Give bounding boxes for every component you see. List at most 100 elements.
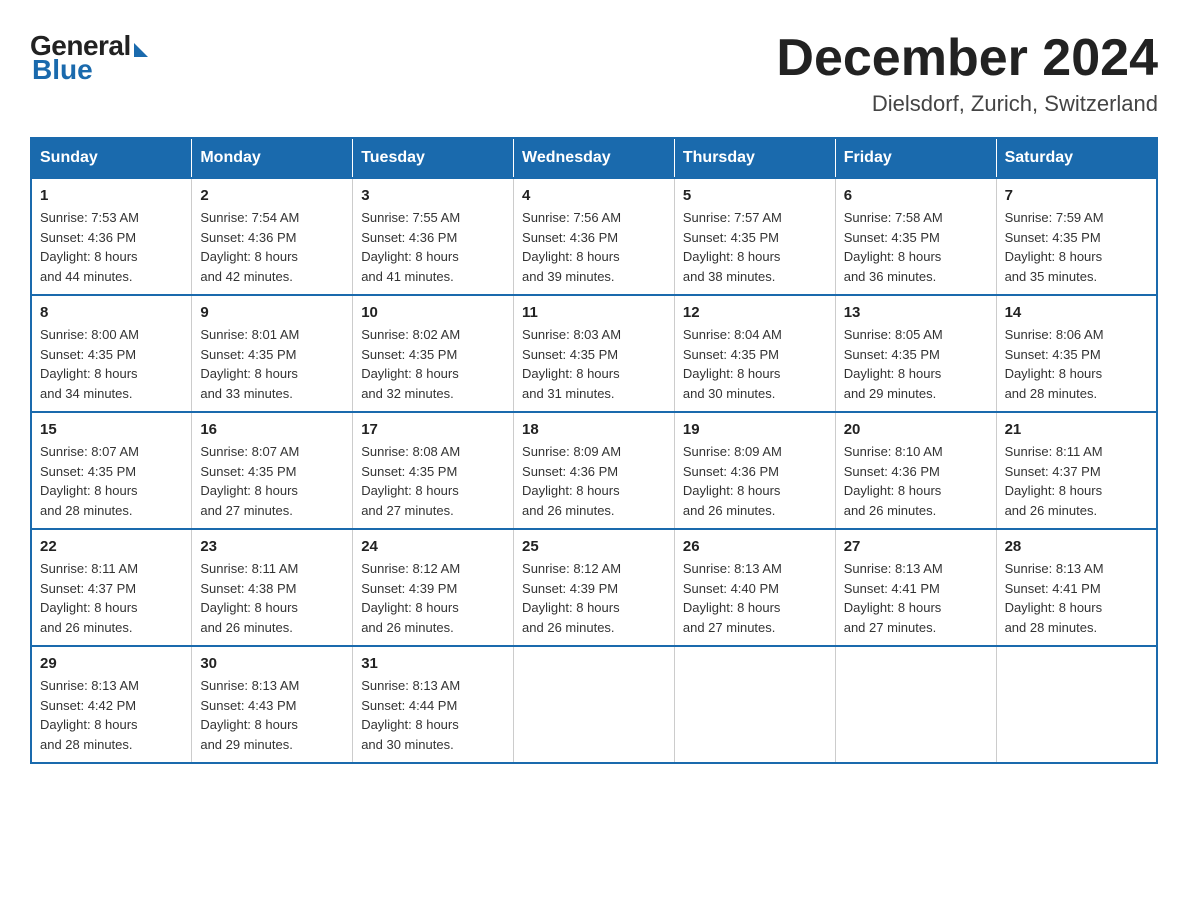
calendar-week-row: 8Sunrise: 8:00 AMSunset: 4:35 PMDaylight… <box>31 295 1157 412</box>
table-row: 27 Sunrise: 8:13 AMSunset: 4:41 PMDayligh… <box>835 529 996 646</box>
table-row <box>514 646 675 763</box>
table-row: 15 Sunrise: 8:07 AMSunset: 4:35 PMDayligh… <box>31 412 192 529</box>
day-number: 4 <box>522 187 666 204</box>
table-row: 5 Sunrise: 7:57 AMSunset: 4:35 PMDaylight… <box>674 178 835 295</box>
col-tuesday: Tuesday <box>353 138 514 178</box>
day-number: 9 <box>200 304 344 321</box>
day-info: Sunrise: 8:02 AMSunset: 4:35 PMDaylight:… <box>361 325 505 403</box>
day-info: Sunrise: 8:04 AMSunset: 4:35 PMDaylight:… <box>683 325 827 403</box>
day-info: Sunrise: 7:54 AMSunset: 4:36 PMDaylight:… <box>200 208 344 286</box>
day-number: 12 <box>683 304 827 321</box>
day-info: Sunrise: 7:57 AMSunset: 4:35 PMDaylight:… <box>683 208 827 286</box>
table-row <box>674 646 835 763</box>
day-info: Sunrise: 7:53 AMSunset: 4:36 PMDaylight:… <box>40 208 183 286</box>
day-number: 24 <box>361 538 505 555</box>
table-row: 17Sunrise: 8:08 AMSunset: 4:35 PMDayligh… <box>353 412 514 529</box>
day-number: 3 <box>361 187 505 204</box>
day-number: 11 <box>522 304 666 321</box>
day-number: 6 <box>844 187 988 204</box>
table-row: 2Sunrise: 7:54 AMSunset: 4:36 PMDaylight… <box>192 178 353 295</box>
table-row: 30Sunrise: 8:13 AMSunset: 4:43 PMDayligh… <box>192 646 353 763</box>
day-info: Sunrise: 8:12 AMSunset: 4:39 PMDaylight:… <box>361 559 505 637</box>
day-number: 26 <box>683 538 827 555</box>
col-friday: Friday <box>835 138 996 178</box>
month-title: December 2024 <box>776 30 1158 87</box>
day-number: 28 <box>1005 538 1148 555</box>
day-number: 8 <box>40 304 183 321</box>
day-info: Sunrise: 8:10 AMSunset: 4:36 PMDaylight:… <box>844 442 988 520</box>
table-row: 26 Sunrise: 8:13 AMSunset: 4:40 PMDayligh… <box>674 529 835 646</box>
table-row: 1 Sunrise: 7:53 AMSunset: 4:36 PMDaylight… <box>31 178 192 295</box>
day-info: Sunrise: 7:59 AMSunset: 4:35 PMDaylight:… <box>1005 208 1148 286</box>
location: Dielsdorf, Zurich, Switzerland <box>776 91 1158 117</box>
day-info: Sunrise: 8:05 AMSunset: 4:35 PMDaylight:… <box>844 325 988 403</box>
table-row <box>996 646 1157 763</box>
table-row: 24 Sunrise: 8:12 AMSunset: 4:39 PMDayligh… <box>353 529 514 646</box>
table-row: 23 Sunrise: 8:11 AMSunset: 4:38 PMDayligh… <box>192 529 353 646</box>
table-row: 12 Sunrise: 8:04 AMSunset: 4:35 PMDayligh… <box>674 295 835 412</box>
title-area: December 2024 Dielsdorf, Zurich, Switzer… <box>776 30 1158 117</box>
table-row: 25 Sunrise: 8:12 AMSunset: 4:39 PMDayligh… <box>514 529 675 646</box>
table-row: 21Sunrise: 8:11 AMSunset: 4:37 PMDayligh… <box>996 412 1157 529</box>
day-number: 21 <box>1005 421 1148 438</box>
day-info: Sunrise: 8:07 AMSunset: 4:35 PMDaylight:… <box>200 442 344 520</box>
day-number: 1 <box>40 187 183 204</box>
day-info: Sunrise: 8:13 AMSunset: 4:42 PMDaylight:… <box>40 676 183 754</box>
col-wednesday: Wednesday <box>514 138 675 178</box>
table-row <box>835 646 996 763</box>
calendar-week-row: 22 Sunrise: 8:11 AMSunset: 4:37 PMDayligh… <box>31 529 1157 646</box>
day-number: 18 <box>522 421 666 438</box>
day-info: Sunrise: 8:11 AMSunset: 4:37 PMDaylight:… <box>40 559 183 637</box>
table-row: 29Sunrise: 8:13 AMSunset: 4:42 PMDayligh… <box>31 646 192 763</box>
table-row: 20 Sunrise: 8:10 AMSunset: 4:36 PMDayligh… <box>835 412 996 529</box>
logo: General Blue <box>30 30 148 86</box>
day-info: Sunrise: 8:13 AMSunset: 4:41 PMDaylight:… <box>1005 559 1148 637</box>
table-row: 11Sunrise: 8:03 AMSunset: 4:35 PMDayligh… <box>514 295 675 412</box>
table-row: 14 Sunrise: 8:06 AMSunset: 4:35 PMDayligh… <box>996 295 1157 412</box>
calendar-week-row: 29Sunrise: 8:13 AMSunset: 4:42 PMDayligh… <box>31 646 1157 763</box>
day-info: Sunrise: 8:13 AMSunset: 4:43 PMDaylight:… <box>200 676 344 754</box>
table-row: 28 Sunrise: 8:13 AMSunset: 4:41 PMDayligh… <box>996 529 1157 646</box>
day-number: 22 <box>40 538 183 555</box>
logo-blue-text: Blue <box>32 54 93 86</box>
table-row: 7Sunrise: 7:59 AMSunset: 4:35 PMDaylight… <box>996 178 1157 295</box>
day-info: Sunrise: 7:55 AMSunset: 4:36 PMDaylight:… <box>361 208 505 286</box>
day-info: Sunrise: 8:13 AMSunset: 4:44 PMDaylight:… <box>361 676 505 754</box>
table-row: 19Sunrise: 8:09 AMSunset: 4:36 PMDayligh… <box>674 412 835 529</box>
calendar-week-row: 1 Sunrise: 7:53 AMSunset: 4:36 PMDaylight… <box>31 178 1157 295</box>
day-number: 13 <box>844 304 988 321</box>
day-info: Sunrise: 8:09 AMSunset: 4:36 PMDaylight:… <box>683 442 827 520</box>
table-row: 6 Sunrise: 7:58 AMSunset: 4:35 PMDaylight… <box>835 178 996 295</box>
day-number: 27 <box>844 538 988 555</box>
day-info: Sunrise: 8:11 AMSunset: 4:38 PMDaylight:… <box>200 559 344 637</box>
day-info: Sunrise: 8:13 AMSunset: 4:41 PMDaylight:… <box>844 559 988 637</box>
day-info: Sunrise: 8:13 AMSunset: 4:40 PMDaylight:… <box>683 559 827 637</box>
day-number: 14 <box>1005 304 1148 321</box>
day-number: 10 <box>361 304 505 321</box>
table-row: 8Sunrise: 8:00 AMSunset: 4:35 PMDaylight… <box>31 295 192 412</box>
day-number: 23 <box>200 538 344 555</box>
table-row: 16Sunrise: 8:07 AMSunset: 4:35 PMDayligh… <box>192 412 353 529</box>
table-row: 9 Sunrise: 8:01 AMSunset: 4:35 PMDaylight… <box>192 295 353 412</box>
day-info: Sunrise: 7:58 AMSunset: 4:35 PMDaylight:… <box>844 208 988 286</box>
col-saturday: Saturday <box>996 138 1157 178</box>
day-number: 20 <box>844 421 988 438</box>
col-sunday: Sunday <box>31 138 192 178</box>
day-info: Sunrise: 8:01 AMSunset: 4:35 PMDaylight:… <box>200 325 344 403</box>
day-number: 31 <box>361 655 505 672</box>
day-info: Sunrise: 8:07 AMSunset: 4:35 PMDaylight:… <box>40 442 183 520</box>
table-row: 18 Sunrise: 8:09 AMSunset: 4:36 PMDayligh… <box>514 412 675 529</box>
table-row: 10 Sunrise: 8:02 AMSunset: 4:35 PMDayligh… <box>353 295 514 412</box>
day-info: Sunrise: 8:08 AMSunset: 4:35 PMDaylight:… <box>361 442 505 520</box>
day-info: Sunrise: 8:12 AMSunset: 4:39 PMDaylight:… <box>522 559 666 637</box>
day-info: Sunrise: 8:09 AMSunset: 4:36 PMDaylight:… <box>522 442 666 520</box>
table-row: 31 Sunrise: 8:13 AMSunset: 4:44 PMDayligh… <box>353 646 514 763</box>
table-row: 4 Sunrise: 7:56 AMSunset: 4:36 PMDaylight… <box>514 178 675 295</box>
table-row: 22 Sunrise: 8:11 AMSunset: 4:37 PMDayligh… <box>31 529 192 646</box>
day-number: 25 <box>522 538 666 555</box>
day-number: 15 <box>40 421 183 438</box>
calendar-week-row: 15 Sunrise: 8:07 AMSunset: 4:35 PMDayligh… <box>31 412 1157 529</box>
day-number: 5 <box>683 187 827 204</box>
day-info: Sunrise: 7:56 AMSunset: 4:36 PMDaylight:… <box>522 208 666 286</box>
day-info: Sunrise: 8:06 AMSunset: 4:35 PMDaylight:… <box>1005 325 1148 403</box>
